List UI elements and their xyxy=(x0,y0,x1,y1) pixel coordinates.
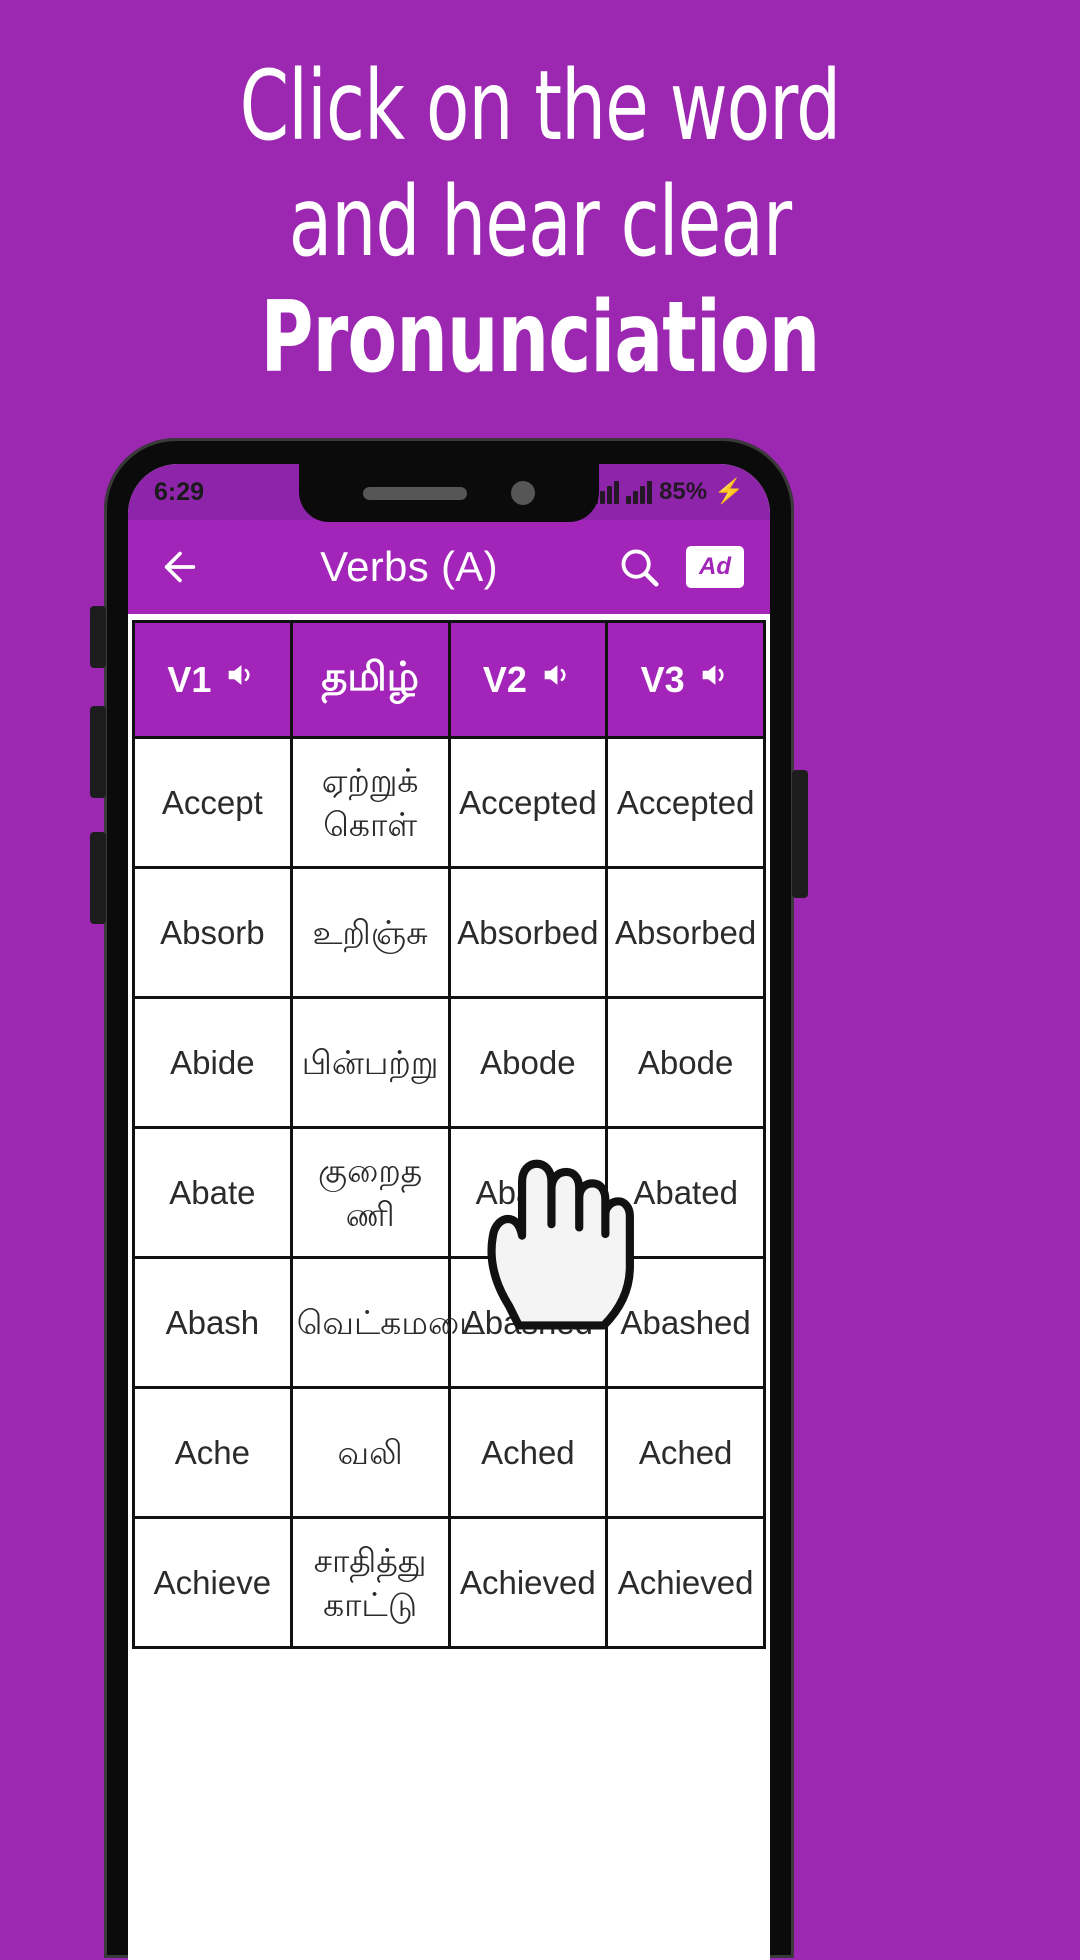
table-row[interactable]: Ache வலி Ached Ached xyxy=(132,1386,766,1519)
table-row[interactable]: Abide பின்பற்று Abode Abode xyxy=(132,996,766,1129)
cell-v3[interactable]: Ached xyxy=(605,1386,766,1519)
cell-v1[interactable]: Absorb xyxy=(132,866,293,999)
promo-line-1: Click on the word xyxy=(239,50,841,162)
cell-tamil[interactable]: பின்பற்று xyxy=(289,996,451,1129)
search-button[interactable] xyxy=(612,540,666,594)
table-row[interactable]: Achieve சாதித்து காட்டு Achieved Achieve… xyxy=(132,1516,766,1649)
table-row[interactable]: Accept ஏற்றுக் கொள் Accepted Accepted xyxy=(132,736,766,869)
verb-table-container: V1 தமிழ் V2 V3 Accept ஏற்றுக் கொள் Accep… xyxy=(128,614,770,1649)
cell-v3[interactable]: Abated xyxy=(605,1126,766,1259)
front-camera-icon xyxy=(511,481,535,505)
cell-v3[interactable]: Abode xyxy=(605,996,766,1129)
cell-v2[interactable]: Abated xyxy=(447,1126,609,1259)
signal-bars-icon-secondary xyxy=(626,480,653,504)
table-row[interactable]: Abash வெட்கமடை Abashed Abashed xyxy=(132,1256,766,1389)
verb-table: V1 தமிழ் V2 V3 Accept ஏற்றுக் கொள் Accep… xyxy=(132,620,766,1649)
table-row[interactable]: Abate குறைத ணி Abated Abated xyxy=(132,1126,766,1259)
cell-v2[interactable]: Ached xyxy=(447,1386,609,1519)
arrow-left-icon xyxy=(164,551,196,583)
column-header-v2[interactable]: V2 xyxy=(447,620,609,739)
cell-v3[interactable]: Abashed xyxy=(605,1256,766,1389)
verb-table-head: V1 தமிழ் V2 V3 xyxy=(132,620,766,739)
column-header-v1-label: V1 xyxy=(167,658,212,700)
cell-v3[interactable]: Absorbed xyxy=(605,866,766,999)
phone-side-button-mute[interactable] xyxy=(90,606,106,668)
column-header-v3-label: V3 xyxy=(640,658,685,700)
back-button[interactable] xyxy=(154,541,206,593)
app-toolbar: Verbs (A) Ad xyxy=(128,520,770,614)
column-header-v1[interactable]: V1 xyxy=(132,620,293,739)
speaker-icon[interactable] xyxy=(697,658,731,701)
cell-v3[interactable]: Achieved xyxy=(605,1516,766,1649)
cell-tamil[interactable]: ஏற்றுக் கொள் xyxy=(289,736,451,869)
cell-v3[interactable]: Accepted xyxy=(605,736,766,869)
speaker-icon[interactable] xyxy=(223,658,257,701)
promo-line-3: Pronunciation xyxy=(260,281,821,395)
earpiece-speaker-icon xyxy=(363,486,467,500)
column-header-v3[interactable]: V3 xyxy=(605,620,766,739)
status-bar-time: 6:29 xyxy=(154,477,205,506)
phone-side-button-volume-up[interactable] xyxy=(90,706,106,798)
cell-v1[interactable]: Abide xyxy=(132,996,293,1129)
phone-side-button-volume-down[interactable] xyxy=(90,832,106,924)
table-header-row: V1 தமிழ் V2 V3 xyxy=(132,620,766,739)
search-icon xyxy=(621,549,659,587)
cell-v2[interactable]: Absorbed xyxy=(447,866,609,999)
speaker-icon[interactable] xyxy=(539,658,573,701)
battery-percent-label: 85% xyxy=(659,478,708,505)
cell-v1[interactable]: Achieve xyxy=(132,1516,293,1649)
status-bar-indicators: 85% ⚡ xyxy=(593,480,744,504)
cell-v2[interactable]: Achieved xyxy=(447,1516,609,1649)
phone-screen: 6:29 85% ⚡ Verbs (A) Ad V1 தமிழ் V2 V3 A… xyxy=(128,464,770,1960)
table-row[interactable]: Absorb உறிஞ்சு Absorbed Absorbed xyxy=(132,866,766,999)
column-header-tamil-label: தமிழ் xyxy=(321,654,419,699)
cell-tamil[interactable]: குறைத ணி xyxy=(289,1126,451,1259)
promo-headline: Click on the word and hear clear Pronunc… xyxy=(0,48,1080,396)
promo-line-2: and hear clear xyxy=(288,166,792,278)
ad-badge-button[interactable]: Ad xyxy=(686,546,744,588)
cell-tamil[interactable]: வெட்கமடை xyxy=(289,1256,485,1389)
cell-tamil[interactable]: வலி xyxy=(289,1386,451,1519)
phone-side-button-power[interactable] xyxy=(792,770,808,898)
phone-mockup: 6:29 85% ⚡ Verbs (A) Ad V1 தமிழ் V2 V3 A… xyxy=(90,438,808,1960)
verb-table-body: Accept ஏற்றுக் கொள் Accepted Accepted Ab… xyxy=(132,736,766,1649)
cell-v2[interactable]: Abode xyxy=(447,996,609,1129)
phone-notch xyxy=(299,464,599,522)
page-title: Verbs (A) xyxy=(320,543,498,590)
cell-tamil[interactable]: சாதித்து காட்டு xyxy=(289,1516,451,1649)
cell-v1[interactable]: Accept xyxy=(132,736,293,869)
cell-v2[interactable]: Accepted xyxy=(447,736,609,869)
column-header-tamil[interactable]: தமிழ் xyxy=(289,620,451,739)
cell-v2[interactable]: Abashed xyxy=(447,1256,609,1389)
charging-bolt-icon: ⚡ xyxy=(714,478,744,505)
cell-v1[interactable]: Ache xyxy=(132,1386,293,1519)
cell-v1[interactable]: Abate xyxy=(132,1126,293,1259)
cell-v1[interactable]: Abash xyxy=(132,1256,293,1389)
cell-tamil[interactable]: உறிஞ்சு xyxy=(289,866,451,999)
column-header-v2-label: V2 xyxy=(482,658,527,700)
